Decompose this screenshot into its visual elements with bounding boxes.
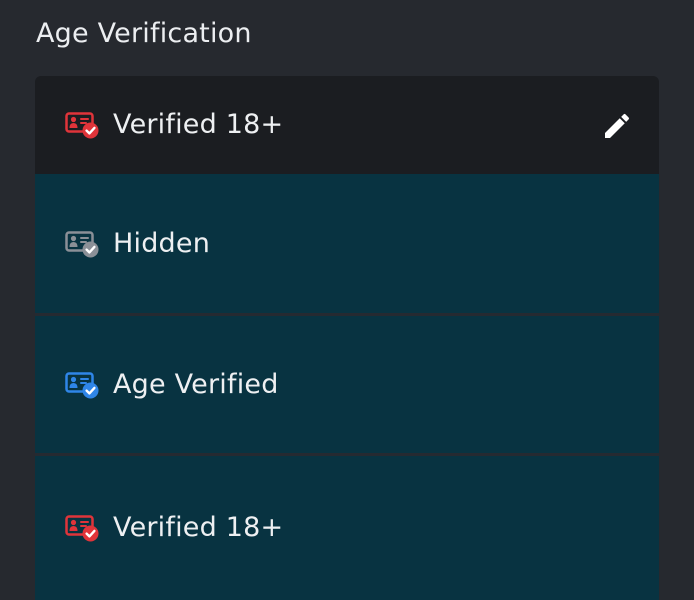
option-age-verified[interactable]: Age Verified xyxy=(35,316,659,453)
id-card-check-icon xyxy=(65,111,99,139)
id-card-check-icon xyxy=(65,230,99,258)
option-hidden[interactable]: Hidden xyxy=(35,174,659,313)
option-label: Hidden xyxy=(113,227,211,259)
id-card-check-icon xyxy=(65,371,99,399)
id-card-check-icon xyxy=(65,514,99,542)
verification-options-list: Hidden Age Verified Verified 18+ xyxy=(35,174,659,600)
option-label: Age Verified xyxy=(113,368,279,400)
section-title: Age Verification xyxy=(36,18,252,49)
current-selection-row[interactable]: Verified 18+ xyxy=(35,76,659,174)
current-selection-label: Verified 18+ xyxy=(113,109,284,140)
age-verification-panel: Verified 18+ Hidden Age Verified Verifie… xyxy=(35,76,659,600)
pencil-icon[interactable] xyxy=(601,110,633,142)
option-verified-18-plus[interactable]: Verified 18+ xyxy=(35,456,659,600)
option-label: Verified 18+ xyxy=(113,512,284,543)
